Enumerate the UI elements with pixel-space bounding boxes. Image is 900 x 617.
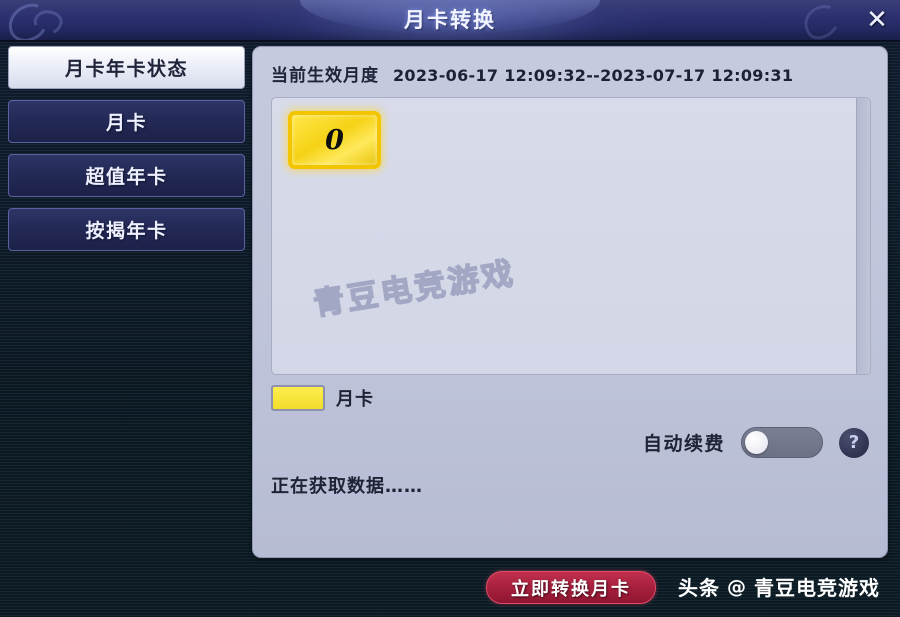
brand-at-symbol: @	[727, 575, 747, 598]
status-text: 正在获取数据……	[271, 476, 423, 497]
sidebar-item-card-status[interactable]: 月卡年卡状态	[8, 46, 245, 89]
sidebar-item-monthly-card[interactable]: 月卡	[8, 100, 245, 143]
sidebar-item-value-annual-card[interactable]: 超值年卡	[8, 154, 245, 197]
active-period-row: 当前生效月度 2023-06-17 12:09:32--2023-07-17 1…	[271, 61, 793, 86]
app-root: 月卡转换 ✕ 月卡年卡状态 月卡 超值年卡 按揭年卡 当前生效月度 2023-0…	[0, 0, 900, 617]
card-list-container: 0 青豆电竞游戏	[271, 97, 871, 375]
legend-label: 月卡	[336, 389, 374, 410]
sidebar-item-label: 超值年卡	[85, 166, 168, 188]
question-mark-icon[interactable]: ?	[839, 427, 869, 458]
sidebar-item-label: 月卡	[105, 112, 147, 134]
card-list-scrollbar[interactable]	[856, 98, 870, 374]
card-item-count: 0	[325, 124, 344, 156]
card-item-monthly[interactable]: 0	[288, 111, 381, 169]
main-content-panel: 当前生效月度 2023-06-17 12:09:32--2023-07-17 1…	[252, 46, 888, 558]
center-watermark: 青豆电竞游戏	[310, 255, 519, 324]
legend-row: 月卡	[271, 385, 374, 411]
sidebar-item-label: 月卡年卡状态	[64, 58, 188, 80]
sidebar-item-installment-annual-card[interactable]: 按揭年卡	[8, 208, 245, 251]
sidebar-item-label: 按揭年卡	[85, 220, 168, 242]
close-icon[interactable]: ✕	[860, 3, 894, 37]
active-period-value: 2023-06-17 12:09:32--2023-07-17 12:09:31	[393, 66, 794, 85]
active-period-label: 当前生效月度	[271, 66, 379, 86]
auto-renew-toggle-knob	[745, 431, 768, 454]
auto-renew-label: 自动续费	[642, 433, 725, 455]
auto-renew-row: 自动续费 ?	[643, 427, 869, 458]
sidebar-nav: 月卡年卡状态 月卡 超值年卡 按揭年卡	[8, 46, 245, 262]
brand-prefix: 头条	[678, 576, 720, 600]
convert-now-button[interactable]: 立即转换月卡	[486, 571, 656, 604]
legend-color-swatch	[271, 385, 325, 411]
auto-renew-toggle[interactable]	[741, 427, 823, 458]
brand-watermark: 头条 @ 青豆电竞游戏	[678, 572, 880, 601]
window-title: 月卡转换	[404, 8, 496, 32]
window-title-bar: 月卡转换 ✕	[0, 0, 900, 42]
brand-name: 青豆电竞游戏	[754, 576, 880, 600]
